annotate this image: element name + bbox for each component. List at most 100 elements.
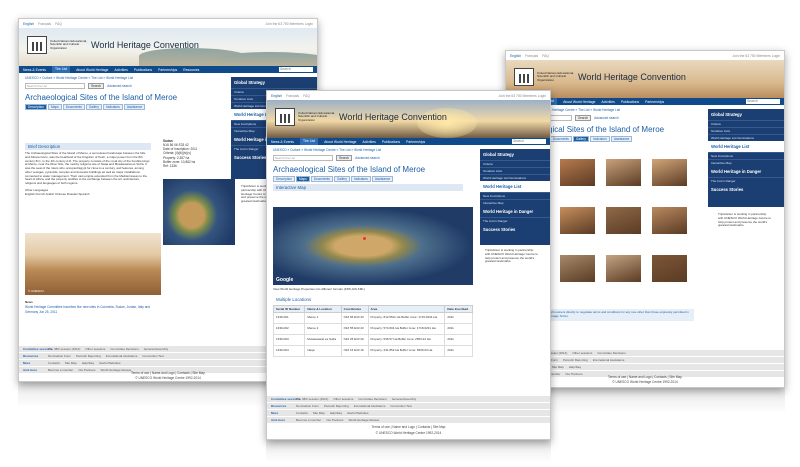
site-logo[interactable]: United Nations Educational, Scientific a…: [514, 68, 686, 86]
footer-link[interactable]: General Assembly: [392, 397, 416, 401]
gallery-thumbnail[interactable]: [652, 207, 687, 234]
news-item[interactable]: World Heritage Committee inscribes five …: [25, 305, 150, 314]
footer-link[interactable]: Help/Faq: [330, 411, 342, 415]
advanced-search-link[interactable]: Advanced search: [355, 156, 380, 160]
header-search-input[interactable]: Search: [279, 67, 313, 72]
footer-link[interactable]: Other sessions: [85, 347, 105, 351]
map-marker-icon[interactable]: [363, 237, 366, 240]
header-search-input[interactable]: Search: [512, 139, 546, 144]
footer-link[interactable]: The 38th session (2014): [48, 347, 80, 351]
gallery-thumbnail[interactable]: [560, 159, 595, 186]
language-links[interactable]: English French Arabic Chinese Russian Sp…: [19, 192, 157, 197]
list-search-input[interactable]: Search the List: [25, 83, 85, 89]
sidebar-success[interactable]: Success Stories: [708, 184, 784, 195]
lang-english[interactable]: English: [271, 94, 282, 98]
partner-note[interactable]: TripAdvisor is working in partnership wi…: [479, 248, 545, 264]
tab-indicators[interactable]: Indicators: [350, 176, 371, 182]
footer-link[interactable]: Other sessions: [333, 397, 353, 401]
tab-assistance[interactable]: Assistance: [123, 104, 146, 110]
join-text[interactable]: Join the 63 750 Members: [732, 54, 770, 58]
lang-french[interactable]: Français: [286, 94, 299, 98]
footer-link[interactable]: Periodic Reporting: [76, 354, 101, 358]
join-text[interactable]: Join the 63 750 Members: [265, 22, 303, 26]
gallery-thumbnail[interactable]: [652, 159, 687, 186]
footer-link[interactable]: Our Partners: [326, 418, 343, 422]
login-link[interactable]: Login: [772, 54, 780, 58]
sidebar-nominations[interactable]: World Heritage List Nominations: [708, 134, 784, 141]
tab-gallery[interactable]: Gallery: [333, 176, 350, 182]
interactive-map[interactable]: Google: [273, 207, 473, 285]
map-formats-link[interactable]: View World Heritage Properties into diff…: [267, 287, 467, 292]
login-link[interactable]: Login: [305, 22, 313, 26]
gallery-thumbnail[interactable]: [560, 255, 595, 282]
footer-link[interactable]: The 38th session (2014): [296, 397, 328, 401]
footer-link[interactable]: International Assistance: [354, 404, 386, 408]
lang-english[interactable]: English: [23, 22, 34, 26]
footer-link[interactable]: Committee Decisions: [110, 347, 138, 351]
footer-link[interactable]: Become a member: [296, 418, 321, 422]
tab-assistance[interactable]: Assistance: [610, 136, 633, 142]
tab-indicators[interactable]: Indicators: [102, 104, 123, 110]
nav-partnerships[interactable]: Partnerships: [645, 100, 664, 104]
sidebar-tentative[interactable]: Tentative Lists: [480, 167, 550, 174]
sidebar-success[interactable]: Success Stories: [480, 224, 550, 235]
footer-link[interactable]: Help/Faq: [82, 361, 94, 365]
tab-maps[interactable]: Maps: [47, 104, 62, 110]
sidebar-new-inscriptions[interactable]: New Inscriptions: [480, 192, 550, 199]
sidebar-list-in-danger[interactable]: The List in Danger: [708, 177, 784, 184]
sidebar-global-strategy[interactable]: Global Strategy: [231, 77, 317, 88]
sidebar-criteria[interactable]: Criteria: [708, 120, 784, 127]
tab-documents[interactable]: Documents: [549, 136, 572, 142]
sidebar-criteria[interactable]: Criteria: [480, 160, 550, 167]
nav-news[interactable]: News & Events: [23, 68, 46, 72]
search-button[interactable]: Search: [575, 115, 592, 121]
nav-publications[interactable]: Publications: [621, 100, 639, 104]
footer-link[interactable]: Useful Websites: [347, 411, 369, 415]
bottom-links[interactable]: Terms of use | Name and Logo | Contacts …: [267, 425, 550, 429]
nav-news[interactable]: News & Events: [271, 140, 294, 144]
tab-documents[interactable]: Documents: [62, 104, 85, 110]
nav-list[interactable]: The List: [52, 66, 71, 73]
tab-documents[interactable]: Documents: [310, 176, 333, 182]
header-search-input[interactable]: Search: [746, 99, 780, 104]
nav-activities[interactable]: Activities: [114, 68, 127, 72]
nav-list[interactable]: The List: [300, 138, 319, 145]
sidebar-list-in-danger[interactable]: The List in Danger: [480, 217, 550, 224]
partner-note[interactable]: TripAdvisor is working in partnership wi…: [712, 212, 778, 228]
sidebar-whl[interactable]: World Heritage List: [480, 181, 550, 192]
nav-activities[interactable]: Activities: [362, 140, 375, 144]
nav-about[interactable]: About World Heritage: [324, 140, 356, 144]
lang-french[interactable]: Français: [38, 22, 51, 26]
footer-link[interactable]: International Assistance: [106, 354, 138, 358]
lang-english[interactable]: English: [510, 54, 521, 58]
login-link[interactable]: Login: [538, 94, 546, 98]
faq-link[interactable]: FAQ: [303, 94, 310, 98]
sidebar-danger[interactable]: World Heritage in Danger: [480, 206, 550, 217]
footer-link[interactable]: Committee Decisions: [358, 397, 386, 401]
sidebar-danger[interactable]: World Heritage in Danger: [708, 166, 784, 177]
sidebar-global-strategy[interactable]: Global Strategy: [480, 149, 550, 160]
search-button[interactable]: Search: [336, 155, 353, 161]
site-logo[interactable]: United Nations Educational, Scientific a…: [27, 36, 199, 54]
sidebar-global-strategy[interactable]: Global Strategy: [708, 109, 784, 120]
sidebar-tentative[interactable]: Tentative Lists: [708, 127, 784, 134]
advanced-search-link[interactable]: Advanced search: [594, 116, 619, 120]
nav-about[interactable]: About World Heritage: [563, 100, 595, 104]
faq-link[interactable]: FAQ: [542, 54, 549, 58]
footer-link[interactable]: Site Map: [65, 361, 77, 365]
nav-about[interactable]: About World Heritage: [76, 68, 108, 72]
list-search-input[interactable]: Search the List: [273, 155, 333, 161]
sidebar-nominations[interactable]: World Heritage List Nominations: [480, 174, 550, 181]
footer-link[interactable]: Periodic Reporting: [563, 358, 588, 362]
nav-publications[interactable]: Publications: [134, 68, 152, 72]
nav-resources[interactable]: Resources: [183, 68, 199, 72]
nav-publications[interactable]: Publications: [382, 140, 400, 144]
footer-link[interactable]: General Assembly: [144, 347, 168, 351]
footer-link[interactable]: Nomination Form: [296, 404, 319, 408]
join-text[interactable]: Join the 63 750 Members: [498, 94, 536, 98]
footer-link[interactable]: World Heritage Review: [349, 418, 380, 422]
footer-link[interactable]: Contacts: [48, 361, 60, 365]
sidebar-interactive-map[interactable]: Interactive Map: [708, 159, 784, 166]
footer-link[interactable]: International Assistance: [593, 358, 625, 362]
tab-gallery[interactable]: Gallery: [85, 104, 102, 110]
